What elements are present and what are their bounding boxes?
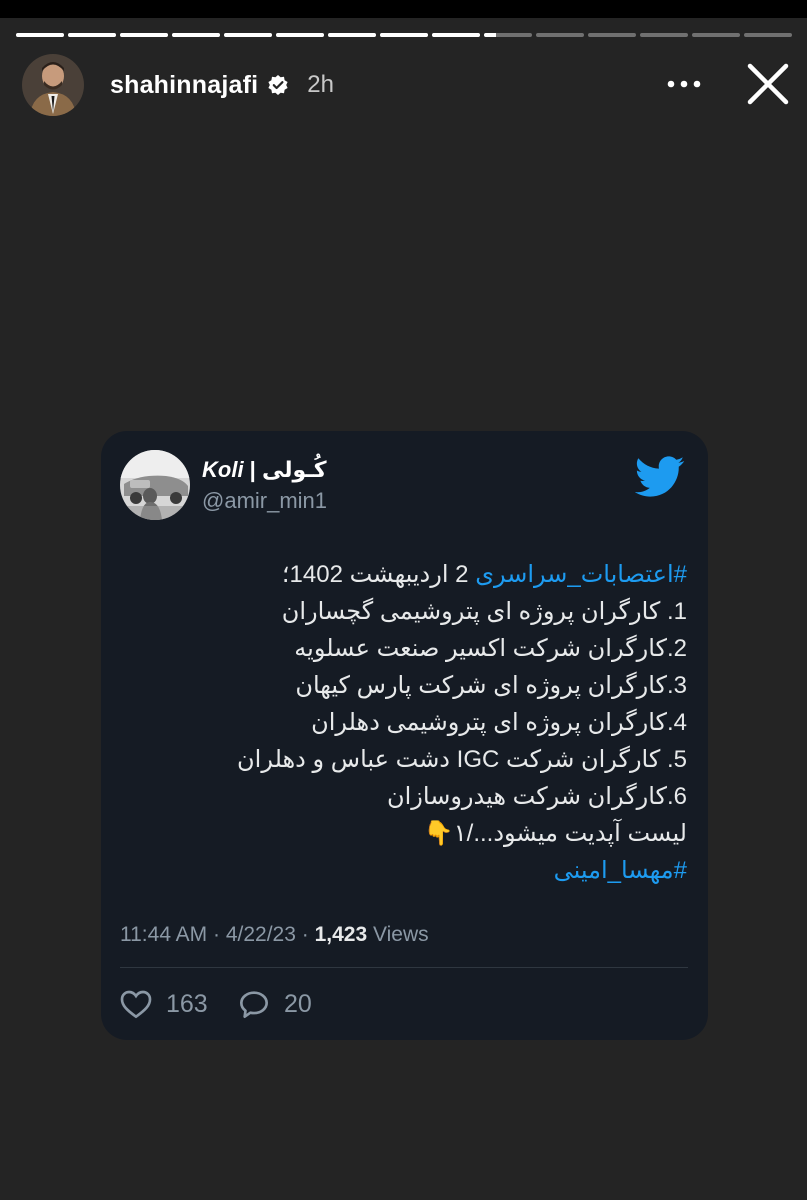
tweet-card[interactable]: Koli | کُـولی @amir_min1 #اعتصابات_سراسر…: [101, 431, 708, 1040]
hashtag-link[interactable]: #مهسا_امینی: [554, 857, 687, 884]
close-icon: [747, 63, 789, 105]
close-button[interactable]: [744, 60, 792, 108]
status-bar-shade: [0, 0, 807, 18]
reply-count: 20: [284, 989, 312, 1018]
tweet-meta: 11:44 AM · 4/22/23 · 1,423 Views: [120, 923, 429, 947]
story-progress-fill: [276, 33, 324, 37]
story-progress-segment: [276, 33, 324, 37]
tweet-author-avatar[interactable]: [120, 450, 190, 520]
story-progress-segment: [536, 33, 584, 37]
story-progress-segment: [484, 33, 532, 37]
tweet-line: 6.کارگران شرکت هیدروسازان: [387, 783, 687, 810]
story-progress-segment: [120, 33, 168, 37]
like-count: 163: [166, 989, 208, 1018]
more-horizontal-icon: [667, 80, 701, 88]
tweet-line: 2.کارگران شرکت اکسیر صنعت عسلویه: [294, 635, 687, 662]
tweet-line: 4.کارگران پروژه ای پتروشیمی دهلران: [311, 709, 687, 736]
views-label: Views: [367, 923, 429, 946]
story-progress-fill: [328, 33, 376, 37]
story-username[interactable]: shahinnajafi: [110, 71, 258, 100]
meta-separator: ·: [295, 923, 315, 946]
story-progress-bar: [16, 33, 792, 38]
story-progress-fill: [68, 33, 116, 37]
story-progress-fill: [484, 33, 496, 37]
reply-bubble-icon: [240, 991, 268, 1019]
story-progress-segment: [172, 33, 220, 37]
tweet-line: #مهسا_امینی: [141, 852, 687, 889]
story-progress-fill: [16, 33, 64, 37]
story-progress-segment: [16, 33, 64, 37]
display-name-farsi: کُـولی: [261, 457, 327, 482]
story-progress-segment: [328, 33, 376, 37]
tweet-line: 5. کارگران شرکت IGC دشت عباس و دهلران: [237, 746, 687, 773]
more-options-button[interactable]: [662, 68, 706, 100]
story-progress-segment: [380, 33, 428, 37]
story-progress-segment: [640, 33, 688, 37]
tweet-line-text: 2 اردیبهشت 1402؛: [281, 561, 476, 588]
tweet-line: 3.کارگران پروژه ای شرکت پارس کیهان: [295, 672, 687, 699]
meta-separator: ·: [207, 923, 226, 946]
tweet-time: 11:44 AM: [120, 923, 208, 946]
story-progress-fill: [380, 33, 428, 37]
tweet-date: 4/22/23: [225, 923, 296, 946]
story-progress-fill: [432, 33, 480, 37]
story-progress-fill: [172, 33, 220, 37]
profile-avatar[interactable]: [22, 54, 84, 116]
twitter-bird-icon: [634, 455, 685, 499]
story-progress-segment: [432, 33, 480, 37]
story-progress-segment: [692, 33, 740, 37]
story-progress-segment: [68, 33, 116, 37]
story-timestamp: 2h: [307, 71, 334, 98]
story-header: shahinnajafi 2h: [22, 54, 792, 116]
tweet-display-name[interactable]: Koli | کُـولی: [202, 457, 327, 483]
story-progress-fill: [224, 33, 272, 37]
story-progress-segment: [588, 33, 636, 37]
hashtag-link[interactable]: #اعتصابات_سراسری: [475, 561, 687, 588]
story-viewer: shahinnajafi 2h Koli | کُـولی @amir_min1…: [0, 0, 807, 1200]
tweet-text: #اعتصابات_سراسری 2 اردیبهشت 1402؛ 1. کار…: [141, 556, 687, 889]
tweet-handle[interactable]: @amir_min1: [202, 488, 327, 514]
views-count: 1,423: [314, 923, 368, 946]
display-name-latin: Koli: [202, 457, 244, 482]
story-progress-segment: [224, 33, 272, 37]
tweet-line: لیست آپدیت میشود.../۱👇: [423, 820, 687, 847]
heart-icon: [120, 990, 152, 1019]
verified-badge-icon: [267, 74, 289, 96]
story-progress-segment: [744, 33, 792, 37]
divider: [120, 967, 688, 968]
like-button[interactable]: 163: [120, 987, 208, 1021]
tweet-line: 1. کارگران پروژه ای پتروشیمی گچساران: [281, 598, 687, 625]
story-progress-fill: [120, 33, 168, 37]
display-name-separator: |: [243, 457, 262, 482]
tweet-line: #اعتصابات_سراسری 2 اردیبهشت 1402؛: [141, 556, 687, 593]
reply-button[interactable]: 20: [238, 987, 312, 1021]
